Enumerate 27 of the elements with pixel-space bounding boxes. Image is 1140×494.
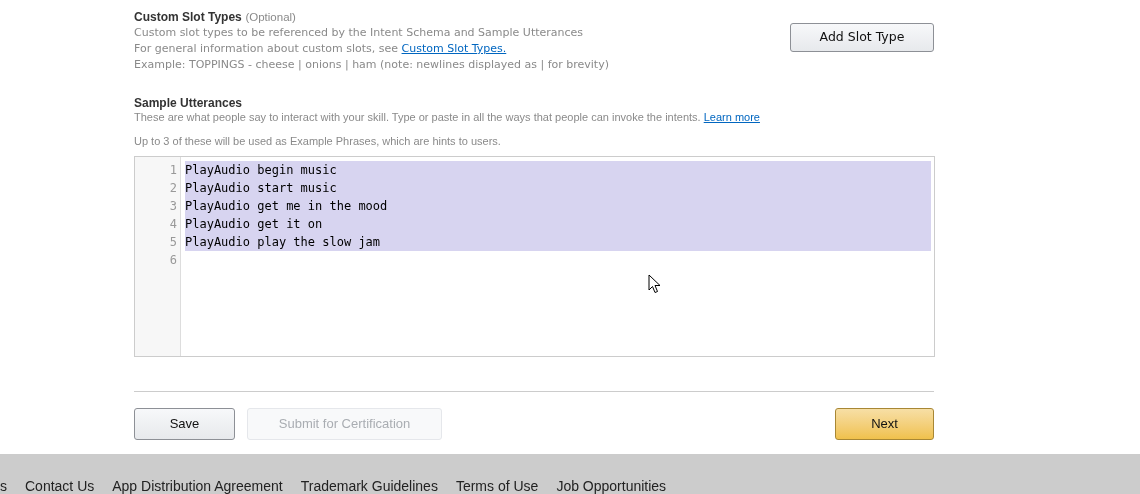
line-number: 4	[169, 216, 177, 233]
code-editor[interactable]: 1 2 3 4 5 6 PlayAudio begin music PlayAudio start music PlayAudio get me in the mood PlayAudio get it on PlayAudio play the slow jam	[134, 156, 935, 357]
section-title: Custom Slot Types	[134, 10, 242, 24]
line-number: 6	[169, 252, 177, 269]
custom-slot-types-link[interactable]: Custom Slot Types.	[401, 42, 507, 55]
line-number: 2	[169, 180, 177, 197]
description-text: These are what people say to interact with your skill. Type or paste in all the ways that people can invoke the intents.	[134, 111, 701, 123]
footer-link[interactable]: Trademark Guidelines	[300, 478, 438, 494]
next-button[interactable]: Next	[835, 408, 934, 440]
info-text: For general information about custom slots, see	[134, 42, 399, 55]
add-slot-type-button[interactable]: Add Slot Type	[790, 23, 934, 52]
optional-label: (Optional)	[245, 11, 296, 23]
cursor-icon	[648, 274, 661, 294]
footer-link[interactable]: Contact Us	[25, 478, 95, 494]
hint-text: Up to 3 of these will be used as Example Phrases, which are hints to users.	[134, 134, 502, 148]
section-title: Sample Utterances	[134, 96, 244, 110]
line-number: 5	[169, 234, 177, 251]
footer-link[interactable]: s	[0, 478, 7, 494]
description-text: Custom slot types to be referenced by the Intent Schema and Sample Utterances	[134, 25, 585, 41]
example-text: Example: TOPPINGS - cheese | onions | ham (note: newlines displayed as | for brevity)	[134, 57, 609, 73]
footer-link[interactable]: Terms of Use	[455, 478, 539, 494]
learn-more-link[interactable]: Learn more	[703, 111, 760, 123]
save-button[interactable]: Save	[134, 408, 235, 440]
line-number: 3	[169, 198, 177, 215]
footer-link[interactable]: Job Opportunities	[556, 478, 667, 494]
line-number: 1	[169, 162, 177, 179]
footer-link[interactable]: App Distribution Agreement	[112, 478, 283, 494]
